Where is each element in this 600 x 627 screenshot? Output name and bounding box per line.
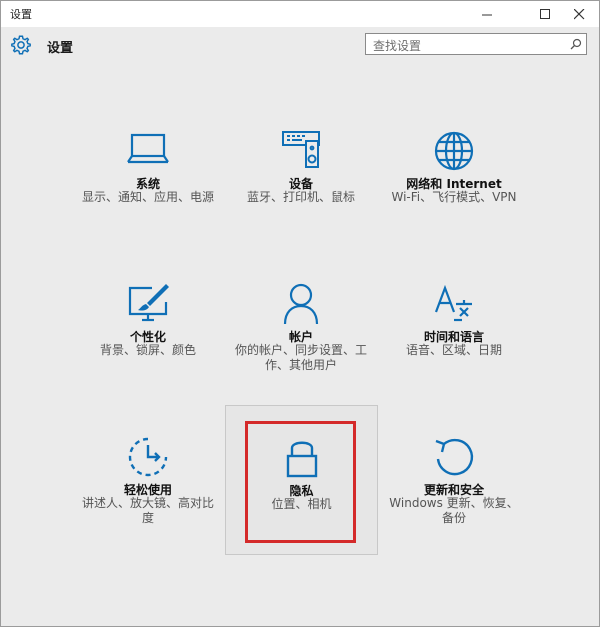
- close-icon: [573, 8, 584, 19]
- tile-description: Wi-Fi、飞行模式、VPN: [391, 190, 517, 204]
- update-icon: [435, 438, 474, 476]
- tile-devices[interactable]: 设备 蓝牙、打印机、鼠标: [224, 129, 378, 279]
- highlight-annotation-box: [245, 421, 356, 543]
- search-placeholder: 查找设置: [373, 39, 422, 53]
- person-icon: [283, 283, 319, 325]
- tile-description: 你的帐户、同步设置、工作、其他用户: [234, 343, 367, 372]
- laptop-icon: [127, 133, 169, 164]
- tile-description: 背景、锁屏、颜色: [99, 343, 196, 357]
- devices-icon: [282, 131, 320, 168]
- tile-network[interactable]: 网络和 Internet Wi-Fi、飞行模式、VPN: [377, 129, 531, 279]
- settings-header: 设置 查找设置: [1, 27, 599, 67]
- minimize-icon: [481, 14, 492, 15]
- ease-of-access-icon: [128, 437, 168, 477]
- page-title: 设置: [47, 41, 74, 56]
- tile-description: 语音、区域、日期: [405, 343, 502, 357]
- settings-window: 设置 设置 查找设置 系统 显示、通知、应用、电源 设备 蓝牙、打印机、鼠标 网…: [0, 0, 600, 627]
- tile-ease-of-access[interactable]: 轻松使用 讲述人、放大镜、高对比度: [71, 435, 225, 585]
- globe-icon: [434, 131, 474, 171]
- personalization-icon: [128, 284, 169, 322]
- search-icon[interactable]: [570, 38, 582, 50]
- tile-personalization[interactable]: 个性化 背景、锁屏、颜色: [71, 282, 225, 432]
- tile-update-security[interactable]: 更新和安全 Windows 更新、恢复、备份: [377, 435, 531, 585]
- title-bar[interactable]: 设置: [1, 1, 599, 27]
- tile-description: 蓝牙、打印机、鼠标: [246, 190, 355, 204]
- window-title: 设置: [10, 8, 32, 21]
- tile-time-language[interactable]: 时间和语言 语音、区域、日期: [377, 282, 531, 432]
- gear-icon: [11, 35, 31, 55]
- search-input[interactable]: 查找设置: [365, 33, 587, 55]
- tile-system[interactable]: 系统 显示、通知、应用、电源: [71, 129, 225, 279]
- tile-description: 显示、通知、应用、电源: [81, 190, 214, 204]
- maximize-icon: [539, 8, 550, 19]
- time-language-icon: [434, 284, 472, 322]
- tile-description: 讲述人、放大镜、高对比度: [81, 496, 214, 525]
- tile-description: Windows 更新、恢复、备份: [389, 496, 519, 525]
- close-button[interactable]: [557, 1, 600, 27]
- minimize-button[interactable]: [465, 1, 509, 27]
